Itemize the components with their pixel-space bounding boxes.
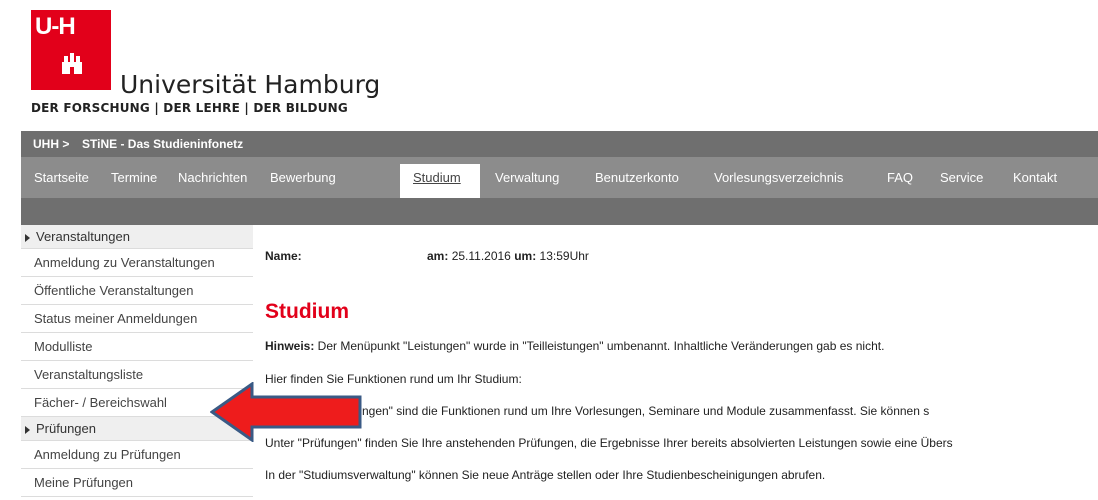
triangle-right-icon [25, 233, 30, 242]
sidebar-item-status-anmeldungen[interactable]: Status meiner Anmeldungen [21, 305, 253, 333]
sidebar-item-modulliste[interactable]: Modulliste [21, 333, 253, 361]
studiumsverwaltung-text: In der "Studiumsverwaltung" können Sie n… [265, 468, 826, 482]
logo-mark: U-H [35, 13, 76, 40]
pruefungen-text: Unter "Prüfungen" finden Sie Ihre ansteh… [265, 436, 953, 450]
nav-kontakt[interactable]: Kontakt [1000, 164, 1070, 198]
nav-studium[interactable]: Studium [400, 164, 480, 198]
university-name: Universität Hamburg [120, 70, 381, 99]
uhh-logo[interactable]: U-H [31, 10, 111, 90]
hint-label: Hinweis: [265, 339, 315, 353]
sidebar-section-veranstaltungen[interactable]: Veranstaltungen [21, 225, 253, 249]
page-title: Studium [265, 300, 349, 323]
sidebar-section-label: Prüfungen [36, 421, 96, 436]
date-label: am: [427, 249, 449, 263]
nav-benutzerkonto[interactable]: Benutzerkonto [582, 164, 692, 198]
nav-bewerbung[interactable]: Bewerbung [257, 164, 349, 198]
breadcrumb-current[interactable]: STiNE - Das Studieninfonetz [82, 137, 243, 151]
nav-nachrichten[interactable]: Nachrichten [165, 164, 260, 198]
castle-icon [62, 53, 82, 74]
name-label: Name: [265, 249, 302, 263]
sidebar-item-oeffentliche-veranstaltungen[interactable]: Öffentliche Veranstaltungen [21, 277, 253, 305]
sidebar-section-label: Veranstaltungen [36, 229, 130, 244]
arrow-left-icon [210, 382, 362, 442]
nav-verwaltung[interactable]: Verwaltung [482, 164, 572, 198]
sub-nav-bar [21, 198, 1098, 225]
tagline: DER FORSCHUNG | DER LEHRE | DER BILDUNG [31, 101, 348, 115]
hint-text: Hinweis: Der Menüpunkt "Leistungen" wurd… [265, 339, 885, 353]
main-nav: Startseite Termine Nachrichten Bewerbung… [21, 157, 1098, 198]
timestamp: am: 25.11.2016 um: 13:59Uhr [427, 249, 589, 263]
sidebar-item-anmeldung-veranstaltungen[interactable]: Anmeldung zu Veranstaltungen [21, 249, 253, 277]
triangle-right-icon [25, 425, 30, 434]
time-value: 13:59Uhr [539, 249, 589, 263]
veranstaltungen-text: Unter "Veranstaltungen" sind die Funktio… [265, 404, 930, 418]
nav-service[interactable]: Service [927, 164, 996, 198]
time-label: um: [514, 249, 537, 263]
sidebar: Veranstaltungen Anmeldung zu Veranstaltu… [21, 225, 253, 497]
sidebar-item-meine-pruefungen[interactable]: Meine Prüfungen [21, 469, 253, 497]
breadcrumb: UHH > STiNE - Das Studieninfonetz [21, 131, 1098, 157]
nav-vorlesungsverzeichnis[interactable]: Vorlesungsverzeichnis [701, 164, 856, 198]
sidebar-item-anmeldung-pruefungen[interactable]: Anmeldung zu Prüfungen [21, 441, 253, 469]
nav-startseite[interactable]: Startseite [21, 164, 102, 198]
nav-faq[interactable]: FAQ [874, 164, 926, 198]
date-value: 25.11.2016 [451, 249, 511, 263]
breadcrumb-home-link[interactable]: UHH > [33, 137, 69, 151]
nav-termine[interactable]: Termine [98, 164, 170, 198]
